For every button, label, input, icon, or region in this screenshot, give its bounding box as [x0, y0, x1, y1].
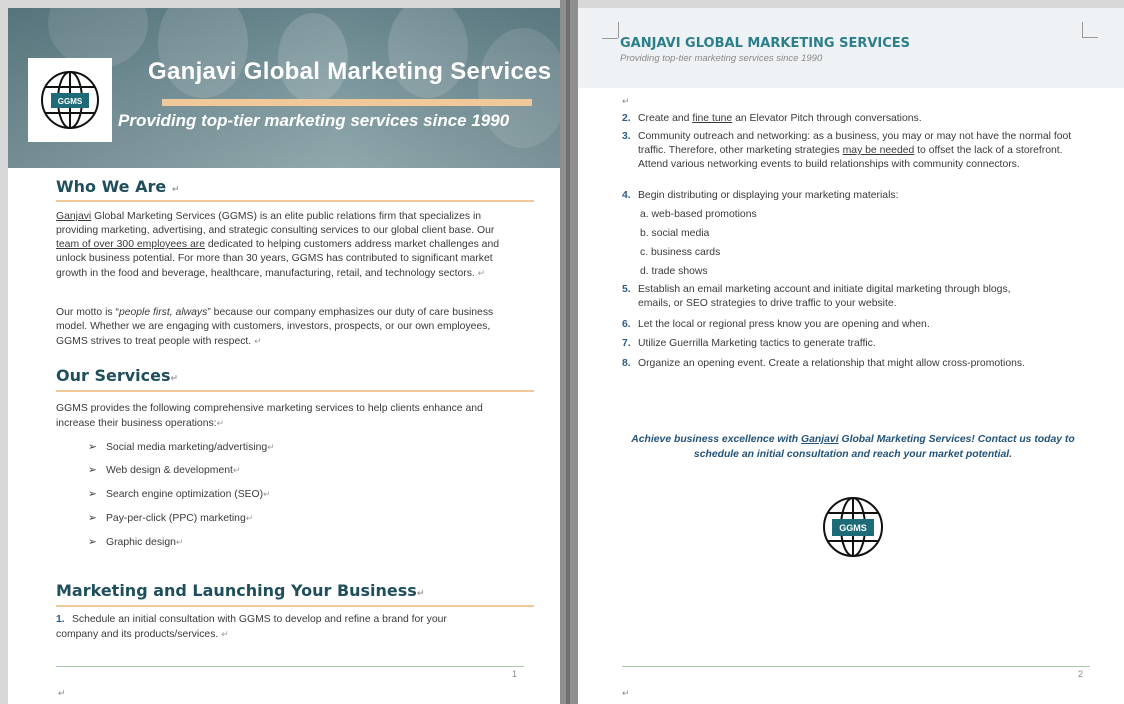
globe-icon: GGMS [41, 71, 99, 129]
marketing-launching-heading: Marketing and Launching Your Business↵ [56, 581, 425, 600]
list-item: ➢ Web design & development↵ [88, 465, 241, 476]
numbered-item-6: 6. Let the local or regional press know y… [622, 319, 930, 330]
page-divider [566, 0, 570, 704]
heading-rule [56, 200, 534, 202]
sub-list-item: a. web-based promotions [640, 209, 757, 220]
sub-list-item: d. trade shows [640, 266, 708, 277]
numbered-item-2: 2. Create and fine tune an Elevator Pitch… [622, 113, 922, 124]
list-item: ➢ Search engine optimization (SEO)↵ [88, 489, 271, 500]
heading-rule [56, 390, 534, 392]
banner-title: Ganjavi Global Marketing Services [148, 58, 552, 85]
numbered-item-3: 3. Community outreach and networking: as … [622, 131, 1072, 170]
crop-mark [1082, 22, 1098, 38]
crop-mark [602, 38, 618, 39]
sub-list-item: b. social media [640, 228, 710, 239]
numbered-item-4: 4. Begin distributing or displaying your … [622, 190, 899, 201]
footer-rule [56, 666, 524, 667]
page-number: 1 [512, 669, 518, 679]
ggms-logo-footer: GGMS [820, 494, 886, 565]
footer-rule [622, 666, 1090, 667]
who-we-are-heading: Who We Are ↵ [56, 177, 180, 196]
our-services-heading: Our Services↵ [56, 366, 179, 385]
list-item: ➢ Pay-per-click (PPC) marketing↵ [88, 513, 254, 524]
svg-text:GGMS: GGMS [839, 523, 867, 533]
header-banner: GGMS Ganjavi Global Marketing Services P… [8, 8, 560, 168]
heading-rule [56, 605, 534, 607]
services-intro: GGMS provides the following comprehensiv… [56, 403, 483, 429]
page-number: 2 [1078, 669, 1084, 679]
numbered-item-8: 8. Organize an opening event. Create a re… [622, 358, 1025, 369]
svg-text:GGMS: GGMS [58, 97, 83, 106]
who-paragraph-2: Our motto is “people first, always” beca… [56, 307, 494, 347]
paragraph-mark: ↵ [622, 96, 630, 106]
numbered-item-1: 1. Schedule an initial consultation with … [56, 614, 447, 640]
banner-subtitle: Providing top-tier marketing services si… [118, 111, 510, 130]
globe-icon: GGMS [823, 497, 883, 557]
header-title: GANJAVI GLOBAL MARKETING SERVICES [620, 36, 911, 51]
list-item: ➢ Graphic design↵ [88, 537, 184, 548]
document-page-1[interactable]: GGMS Ganjavi Global Marketing Services P… [8, 8, 560, 704]
numbered-item-7: 7. Utilize Guerrilla Marketing tactics to… [622, 338, 876, 349]
banner-rule [162, 99, 532, 106]
numbered-item-5: 5. Establish an email marketing account a… [622, 284, 1011, 309]
header-subtitle: Providing top-tier marketing services si… [620, 53, 823, 64]
paragraph-mark: ↵ [622, 688, 630, 698]
document-page-2[interactable]: GANJAVI GLOBAL MARKETING SERVICES Provid… [578, 8, 1124, 704]
ggms-logo: GGMS [28, 58, 112, 142]
call-to-action: Achieve business excellence with Ganjavi… [631, 434, 1075, 460]
who-paragraph-1: Ganjavi Global Marketing Services (GGMS)… [56, 211, 500, 279]
crop-mark [618, 22, 619, 38]
paragraph-mark: ↵ [58, 688, 66, 698]
list-item: ➢ Social media marketing/advertising↵ [88, 442, 275, 453]
sub-list-item: c. business cards [640, 247, 721, 258]
